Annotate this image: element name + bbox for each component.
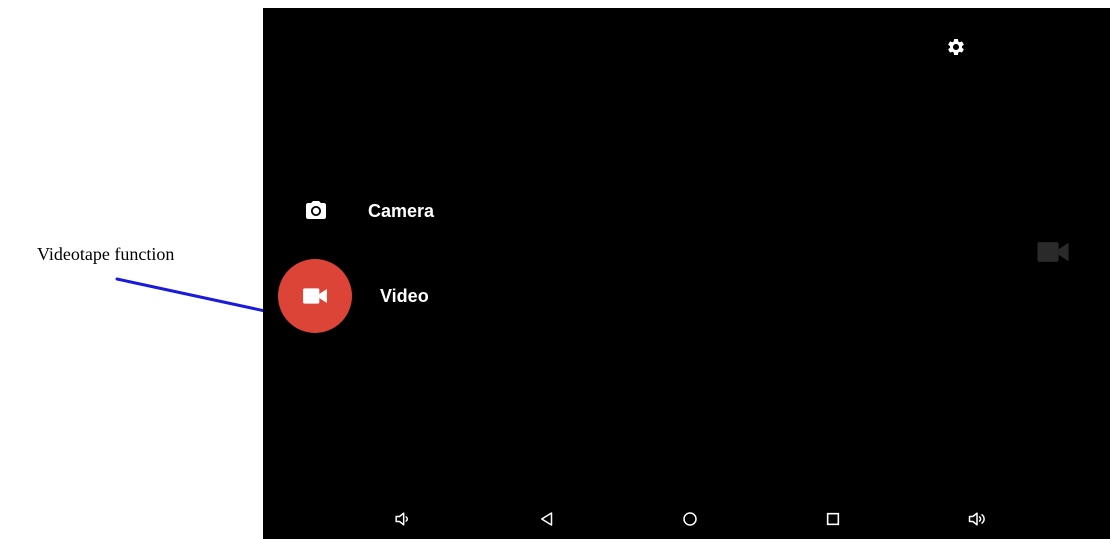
video-mode-selected-circle	[278, 259, 352, 333]
home-button[interactable]	[676, 505, 704, 533]
annotation-label: Videotape function	[37, 244, 175, 264]
home-icon	[683, 512, 697, 526]
back-icon	[541, 512, 553, 526]
settings-button[interactable]	[941, 32, 971, 62]
camera-mode-button[interactable]: Camera	[293, 193, 434, 229]
videocam-icon	[1037, 242, 1069, 262]
camera-mode-label: Camera	[368, 200, 435, 221]
recents-button[interactable]	[819, 505, 847, 533]
camera-icon	[306, 201, 326, 219]
video-mode-label: Video	[380, 285, 429, 306]
camera-icon-wrap	[293, 193, 339, 229]
page: Videotape function Camera Video	[0, 0, 1110, 539]
videocam-icon	[303, 288, 327, 304]
volume-down-button[interactable]	[388, 505, 416, 533]
volume-down-icon	[395, 512, 409, 526]
video-mode-button[interactable]: Video	[278, 259, 429, 333]
navigation-bar	[263, 499, 1110, 539]
volume-up-icon	[968, 512, 985, 526]
camera-app-screen: Camera Video	[263, 8, 1110, 539]
recents-icon	[826, 512, 840, 526]
side-videocam-indicator	[1035, 238, 1071, 266]
back-button[interactable]	[533, 505, 561, 533]
volume-up-button[interactable]	[963, 505, 991, 533]
gear-icon	[948, 38, 964, 55]
